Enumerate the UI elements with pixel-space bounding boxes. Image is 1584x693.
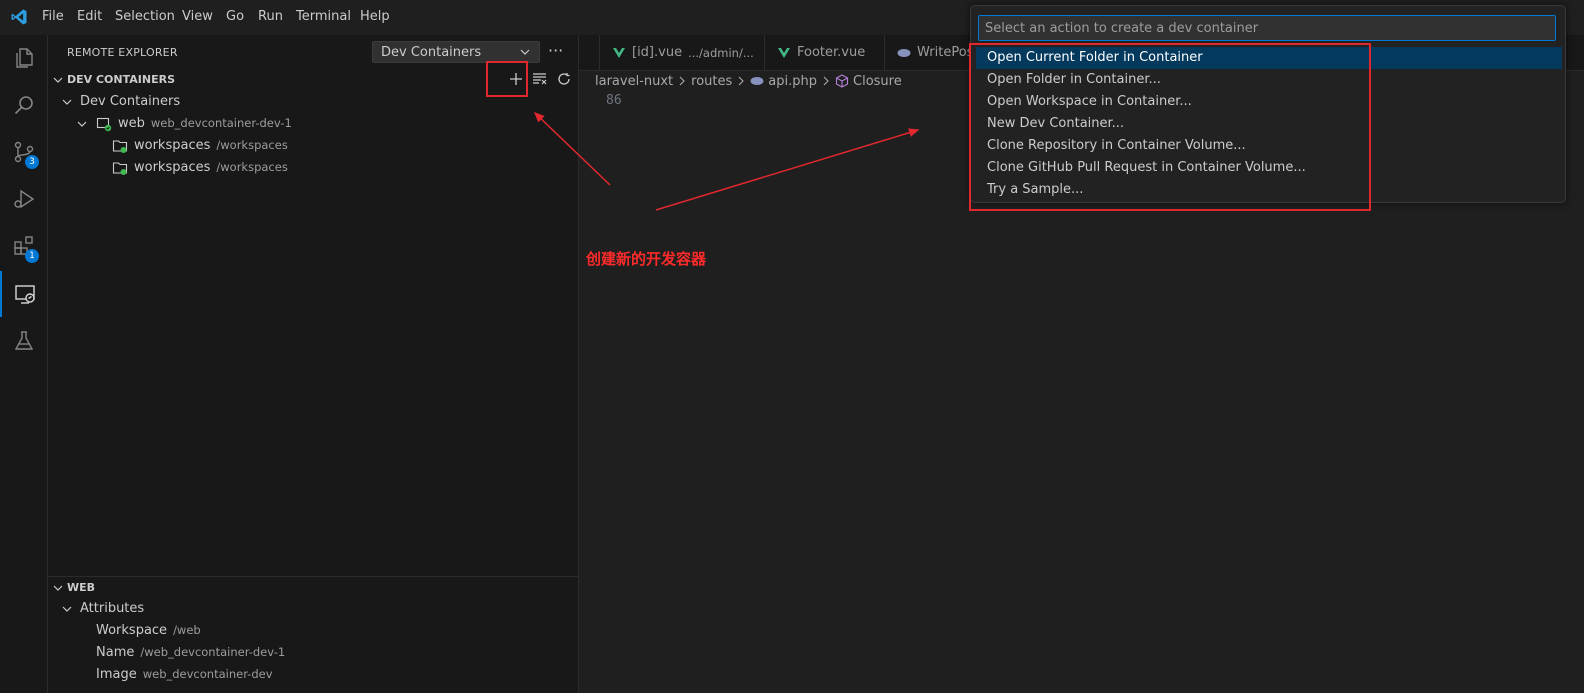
sidebar-title: REMOTE EXPLORER	[67, 46, 178, 59]
chevron-right-icon	[823, 76, 829, 86]
folder-label: workspaces/workspaces	[134, 138, 288, 153]
chevron-right-icon	[679, 76, 685, 86]
refresh-button[interactable]	[554, 69, 574, 89]
attribute-row[interactable]: Workspace/web	[48, 620, 578, 642]
view-select-value: Dev Containers	[381, 45, 482, 60]
menu-edit[interactable]: Edit	[77, 9, 102, 24]
tab-id-vue[interactable]: [id].vue .../admin/...	[599, 35, 765, 70]
container-label: web web_devcontainer-dev-1	[118, 116, 292, 131]
vue-file-icon	[613, 47, 625, 58]
run-debug-button[interactable]	[0, 176, 47, 222]
quick-pick-input[interactable]	[978, 15, 1556, 41]
run-debug-icon	[13, 189, 34, 209]
folder-label: workspaces/workspaces	[134, 160, 288, 175]
files-icon	[15, 48, 33, 68]
more-actions-button[interactable]: ···	[548, 41, 563, 60]
attribute-key: Name	[96, 645, 135, 660]
attribute-value: /web_devcontainer-dev-1	[140, 645, 286, 659]
breadcrumb-item[interactable]: api.php	[768, 74, 817, 89]
folder-running-icon	[112, 140, 128, 153]
attribute-value: web_devcontainer-dev	[142, 667, 273, 681]
testing-button[interactable]	[0, 318, 47, 364]
tab-label: WritePos	[917, 45, 974, 60]
chevron-right-icon	[738, 76, 745, 86]
tab-writepost[interactable]: WritePos	[885, 35, 975, 70]
menu-selection[interactable]: Selection	[115, 9, 175, 24]
activity-bar: 3 1	[0, 35, 48, 693]
chevron-down-icon	[53, 77, 63, 83]
attributes-label: Attributes	[80, 601, 145, 616]
tab-label: [id].vue	[632, 45, 683, 60]
section-web[interactable]: WEB	[48, 576, 578, 599]
extensions-button[interactable]: 1	[0, 223, 47, 269]
extensions-badge: 1	[25, 249, 39, 263]
attribute-item: Name/web_devcontainer-dev-1	[96, 645, 285, 660]
attribute-row[interactable]: Name/web_devcontainer-dev-1	[48, 642, 578, 664]
source-control-button[interactable]: 3	[0, 129, 47, 175]
menu-file[interactable]: File	[42, 9, 64, 24]
vscode-logo-icon	[11, 9, 27, 25]
menu-view[interactable]: View	[182, 9, 213, 24]
section-title: WEB	[67, 581, 96, 594]
folder-name: workspaces	[134, 138, 211, 153]
folder-name: workspaces	[134, 160, 211, 175]
menu-go[interactable]: Go	[226, 9, 244, 24]
attribute-value: /web	[173, 623, 201, 637]
view-select-dropdown[interactable]: Dev Containers	[372, 41, 540, 63]
container-desc: web_devcontainer-dev-1	[150, 116, 292, 130]
group-label: Dev Containers	[80, 94, 181, 109]
breadcrumb-item[interactable]: routes	[691, 74, 732, 89]
tree-item-container-web[interactable]: web web_devcontainer-dev-1	[48, 113, 578, 135]
section-title: DEV CONTAINERS	[67, 73, 175, 86]
flask-icon	[14, 331, 33, 350]
chevron-down-icon	[53, 585, 63, 591]
breadcrumb: laravel-nuxt routes api.php Closure	[595, 71, 902, 91]
annotation-text: 创建新的开发容器	[586, 250, 707, 268]
vue-file-icon	[778, 47, 790, 58]
attribute-row[interactable]: Image web_devcontainer-dev	[48, 664, 578, 686]
remote-explorer-icon	[14, 285, 35, 304]
refresh-icon	[558, 73, 570, 85]
chevron-down-icon	[62, 606, 72, 612]
sidebar: REMOTE EXPLORER Dev Containers ··· DEV C…	[48, 35, 579, 693]
clear-all-icon	[533, 73, 547, 85]
tree-item-folder[interactable]: workspaces/workspaces	[48, 157, 578, 179]
container-running-icon	[96, 117, 112, 132]
cube-symbol-icon	[835, 74, 849, 88]
attribute-key: Workspace	[96, 623, 168, 638]
tree-item-attributes[interactable]: Attributes	[48, 598, 578, 620]
attribute-item: Image web_devcontainer-dev	[96, 667, 273, 682]
breadcrumb-item[interactable]: Closure	[853, 74, 902, 89]
attribute-item: Workspace/web	[96, 623, 201, 638]
menu-run[interactable]: Run	[258, 9, 283, 24]
breadcrumb-item[interactable]: laravel-nuxt	[595, 74, 673, 89]
clear-list-button[interactable]	[530, 69, 550, 89]
annotation-box-menu	[969, 43, 1371, 211]
chevron-down-icon	[77, 121, 87, 127]
search-icon	[14, 96, 33, 115]
attribute-key: Image	[96, 667, 137, 682]
source-control-badge: 3	[25, 155, 39, 169]
menu-terminal[interactable]: Terminal	[296, 9, 351, 24]
tab-desc: .../admin/...	[688, 45, 754, 60]
search-button[interactable]	[0, 82, 47, 128]
container-name: web	[118, 116, 145, 131]
line-number: 86	[606, 93, 622, 108]
folder-path: /workspaces	[216, 160, 288, 174]
menu-help[interactable]: Help	[360, 9, 390, 24]
chevron-down-icon	[520, 49, 530, 55]
annotation-box-plus	[486, 61, 528, 97]
folder-running-icon	[112, 162, 128, 175]
php-file-icon	[897, 48, 911, 57]
tab-label: Footer.vue	[797, 45, 866, 60]
remote-explorer-button[interactable]	[0, 271, 47, 317]
explorer-button[interactable]	[0, 35, 47, 81]
folder-path: /workspaces	[216, 138, 288, 152]
tab-footer-vue[interactable]: Footer.vue	[765, 35, 885, 70]
tree-item-folder[interactable]: workspaces/workspaces	[48, 135, 578, 157]
php-file-icon	[750, 77, 764, 85]
chevron-down-icon	[62, 99, 72, 105]
